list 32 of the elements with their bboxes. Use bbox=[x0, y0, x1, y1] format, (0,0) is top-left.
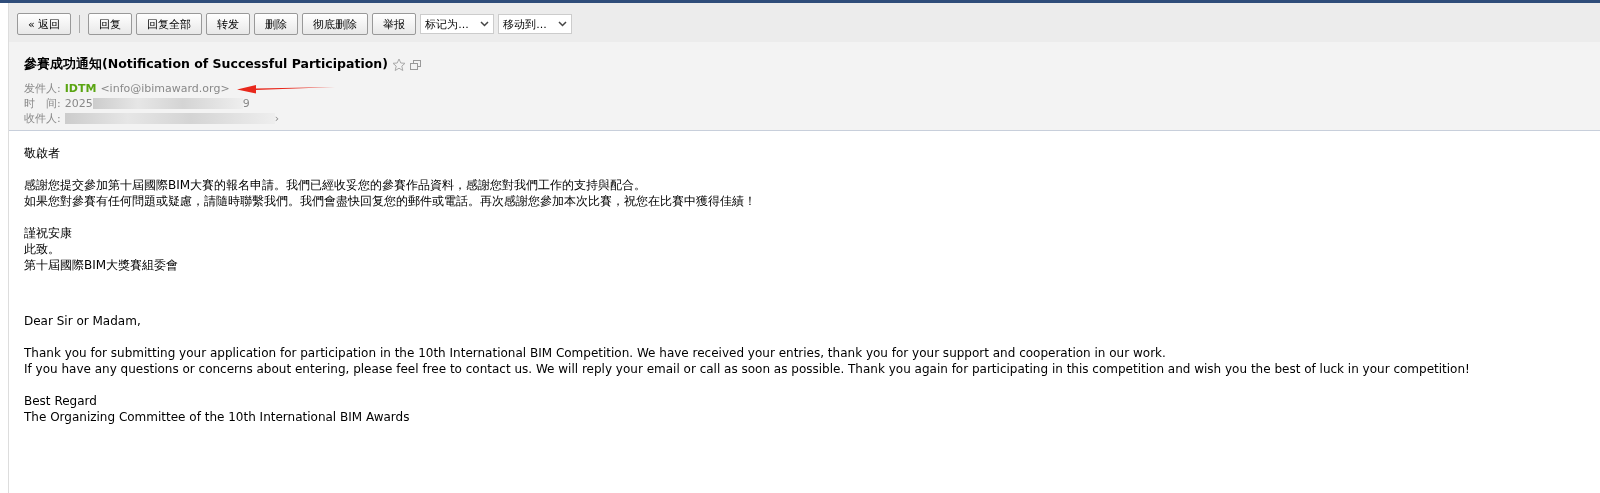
body-text: The Organizing Committee of the 10th International BIM Awards bbox=[24, 409, 411, 425]
toolbar-button[interactable]: 回复全部 bbox=[136, 13, 203, 35]
field-label: 时 间: bbox=[24, 96, 61, 111]
body-text: Dear Sir or Madam, bbox=[24, 313, 142, 329]
toolbar-button[interactable]: 删除 bbox=[254, 13, 299, 35]
new-window-icon[interactable] bbox=[409, 59, 421, 70]
body-text: 敬啟者 bbox=[24, 145, 61, 161]
toolbar-button[interactable]: 回复 bbox=[88, 13, 133, 35]
time-value: 2025 bbox=[64, 97, 93, 110]
dropdown[interactable]: 移动到... bbox=[498, 14, 573, 34]
body-text: Thank you for submitting your application for participation in the 10th International BIM Competition. We have received your entries, thank you for your support and cooperation in our work. bbox=[24, 345, 1167, 361]
body-text: Best Regard bbox=[24, 393, 98, 409]
recipient-value: › bbox=[274, 112, 280, 125]
body-text: If you have any questions or concerns about entering, please feel free to contact us. We will reply your email or call as soon as possible. Thank you again for participating in this competition and wish you the best of luck in your competition! bbox=[24, 361, 1471, 377]
toolbar-button[interactable]: 彻底删除 bbox=[302, 13, 369, 35]
body-text: 感謝您提交參加第十屆國際BIM大賽的報名申請。我們已經收妥您的參賽作品資料，感謝您對我們工作的支持與配合。 bbox=[24, 177, 648, 193]
toolbar-button[interactable]: 转发 bbox=[206, 13, 251, 35]
caret-icon bbox=[558, 21, 568, 27]
body-text: 謹祝安康 bbox=[24, 225, 73, 241]
time-value: 9 bbox=[242, 97, 250, 110]
sender-address: <info@ibimaward.org> bbox=[100, 82, 230, 95]
body-text: 此致。 bbox=[24, 241, 61, 257]
body-text: 如果您對參賽有任何問題或疑慮，請隨時聯繫我們。我們會盡快回复您的郵件或電話。再次感謝您參加本次比賽，祝您在比賽中獲得佳績！ bbox=[24, 193, 757, 209]
dropdown[interactable]: 标记为... bbox=[420, 14, 495, 34]
body-text: 第十屆國際BIM大獎賽組委會 bbox=[24, 257, 180, 273]
caret-icon bbox=[480, 21, 490, 27]
star-icon[interactable] bbox=[391, 57, 406, 72]
email-subject: 參賽成功通知(Notification of Successful Participation) bbox=[24, 56, 388, 73]
field-label: 收件人: bbox=[24, 111, 61, 126]
field-label: 发件人: bbox=[24, 81, 61, 96]
back-button[interactable]: « 返回 bbox=[17, 13, 72, 35]
toolbar-button[interactable]: 举报 bbox=[372, 13, 417, 35]
